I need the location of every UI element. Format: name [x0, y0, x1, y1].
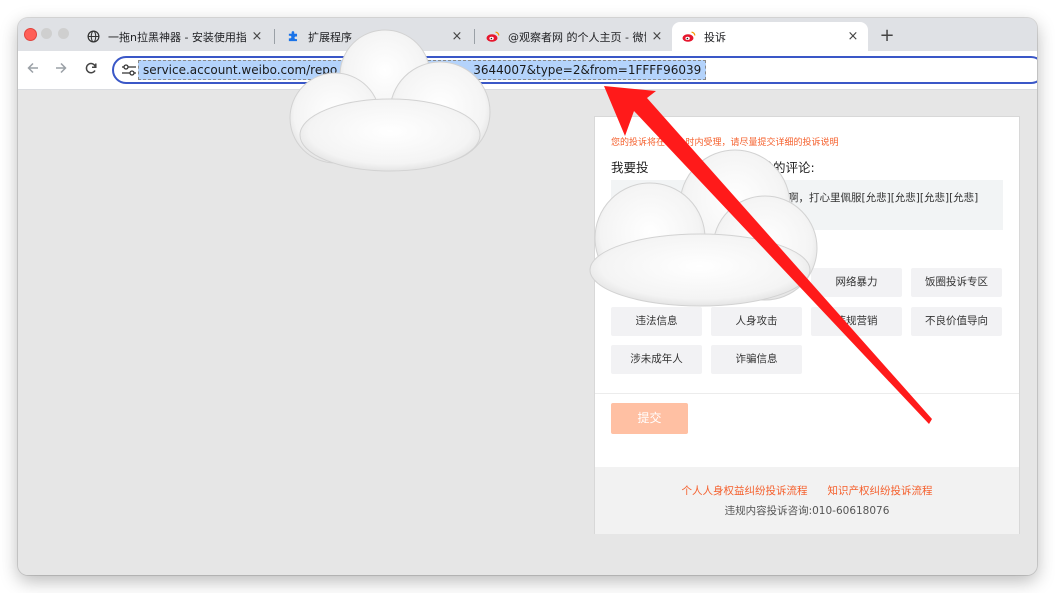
close-window-button[interactable]	[24, 28, 37, 41]
comment-text: 啊，打心里佩服[允悲][允悲][允悲][允悲]	[788, 192, 979, 204]
tab-close-icon[interactable]: ×	[846, 29, 860, 44]
browser-window: 一拖n拉黑神器 - 安装使用指南 × 扩展程序 × @观察者网 的个人主页 - …	[18, 18, 1037, 575]
reload-icon	[85, 62, 97, 74]
address-bar[interactable]: service.account.weibo.com/repo 3644007&ty…	[112, 56, 1037, 84]
reason-personal-attack[interactable]: 人身攻击	[711, 307, 802, 336]
url-text[interactable]: service.account.weibo.com/repo 3644007&ty…	[138, 60, 707, 80]
page-content: 您的投诉将在24小时内受理，请尽量提交详细的投诉说明 我要投 发的评论: 啊，打心…	[18, 90, 1037, 575]
reason-minors[interactable]: 涉未成年人	[611, 345, 702, 374]
tab-separator	[474, 29, 475, 44]
report-heading: 我要投 发的评论:	[611, 157, 815, 176]
personal-rights-link[interactable]: 个人人身权益纠纷投诉流程	[682, 485, 808, 497]
url-tail: 3644007&type=2&from=1FFFF96039	[473, 63, 702, 77]
reason-fandom[interactable]: 饭圈投诉专区	[911, 268, 1002, 297]
reason-bad-values[interactable]: 不良价值导向	[911, 307, 1002, 336]
submit-button[interactable]: 提交	[611, 403, 688, 434]
footer-links: 个人人身权益纠纷投诉流程 知识产权纠纷投诉流程	[595, 483, 1019, 498]
tab-title: 一拖n拉黑神器 - 安装使用指南	[108, 30, 246, 44]
zoom-window-button[interactable]	[58, 28, 69, 39]
weibo-icon	[486, 30, 500, 44]
tab-strip: 一拖n拉黑神器 - 安装使用指南 × 扩展程序 × @观察者网 的个人主页 - …	[18, 18, 1037, 51]
reason-spam-marketing[interactable]: 违规营销	[811, 307, 902, 336]
footer-contact: 违规内容投诉咨询:010-60618076	[724, 505, 890, 517]
tab-close-icon[interactable]: ×	[650, 29, 664, 44]
tab-title: 投诉	[704, 30, 726, 44]
tab-install-guide[interactable]: 一拖n拉黑神器 - 安装使用指南 ×	[76, 22, 272, 51]
back-button[interactable]	[23, 60, 43, 80]
puzzle-icon	[286, 30, 300, 44]
tab-extensions[interactable]: 扩展程序 ×	[276, 22, 472, 51]
reason-cyberbullying[interactable]: 网络暴力	[811, 268, 902, 297]
reason-fraud[interactable]: 诈骗信息	[711, 345, 802, 374]
tab-title: 扩展程序	[308, 30, 352, 44]
forward-arrow-icon	[56, 62, 67, 74]
site-settings-icon[interactable]	[120, 62, 138, 78]
tab-complaint[interactable]: 投诉 ×	[672, 22, 868, 51]
heading-prefix: 我要投	[611, 160, 649, 175]
tab-weibo-profile[interactable]: @观察者网 的个人主页 - 微博 ×	[476, 22, 672, 51]
reason-illegal-info[interactable]: 违法信息	[611, 307, 702, 336]
tab-close-icon[interactable]: ×	[450, 29, 464, 44]
url-head: service.account.weibo.com/repo	[143, 63, 338, 77]
back-arrow-icon	[27, 62, 38, 74]
ip-rights-link[interactable]: 知识产权纠纷投诉流程	[828, 485, 933, 497]
tab-title: @观察者网 的个人主页 - 微博	[508, 30, 646, 44]
new-tab-button[interactable]: +	[874, 24, 900, 48]
weibo-icon	[682, 30, 696, 44]
report-panel: 您的投诉将在24小时内受理，请尽量提交详细的投诉说明 我要投 发的评论: 啊，打心…	[594, 116, 1020, 534]
browser-toolbar: service.account.weibo.com/repo 3644007&ty…	[18, 51, 1037, 90]
reload-button[interactable]	[81, 60, 101, 80]
tab-close-icon[interactable]: ×	[250, 29, 264, 44]
minimize-window-button[interactable]	[41, 28, 52, 39]
report-footer: 个人人身权益纠纷投诉流程 知识产权纠纷投诉流程 违规内容投诉咨询:010-6061…	[595, 467, 1019, 534]
globe-icon	[86, 30, 100, 44]
reported-comment: 啊，打心里佩服[允悲][允悲][允悲][允悲]	[611, 180, 1003, 230]
tab-separator	[274, 29, 275, 44]
divider	[595, 393, 1019, 394]
forward-button[interactable]	[51, 60, 71, 80]
heading-suffix: 发的评论:	[760, 160, 815, 175]
notice-text: 您的投诉将在24小时内受理，请尽量提交详细的投诉说明	[611, 138, 839, 148]
